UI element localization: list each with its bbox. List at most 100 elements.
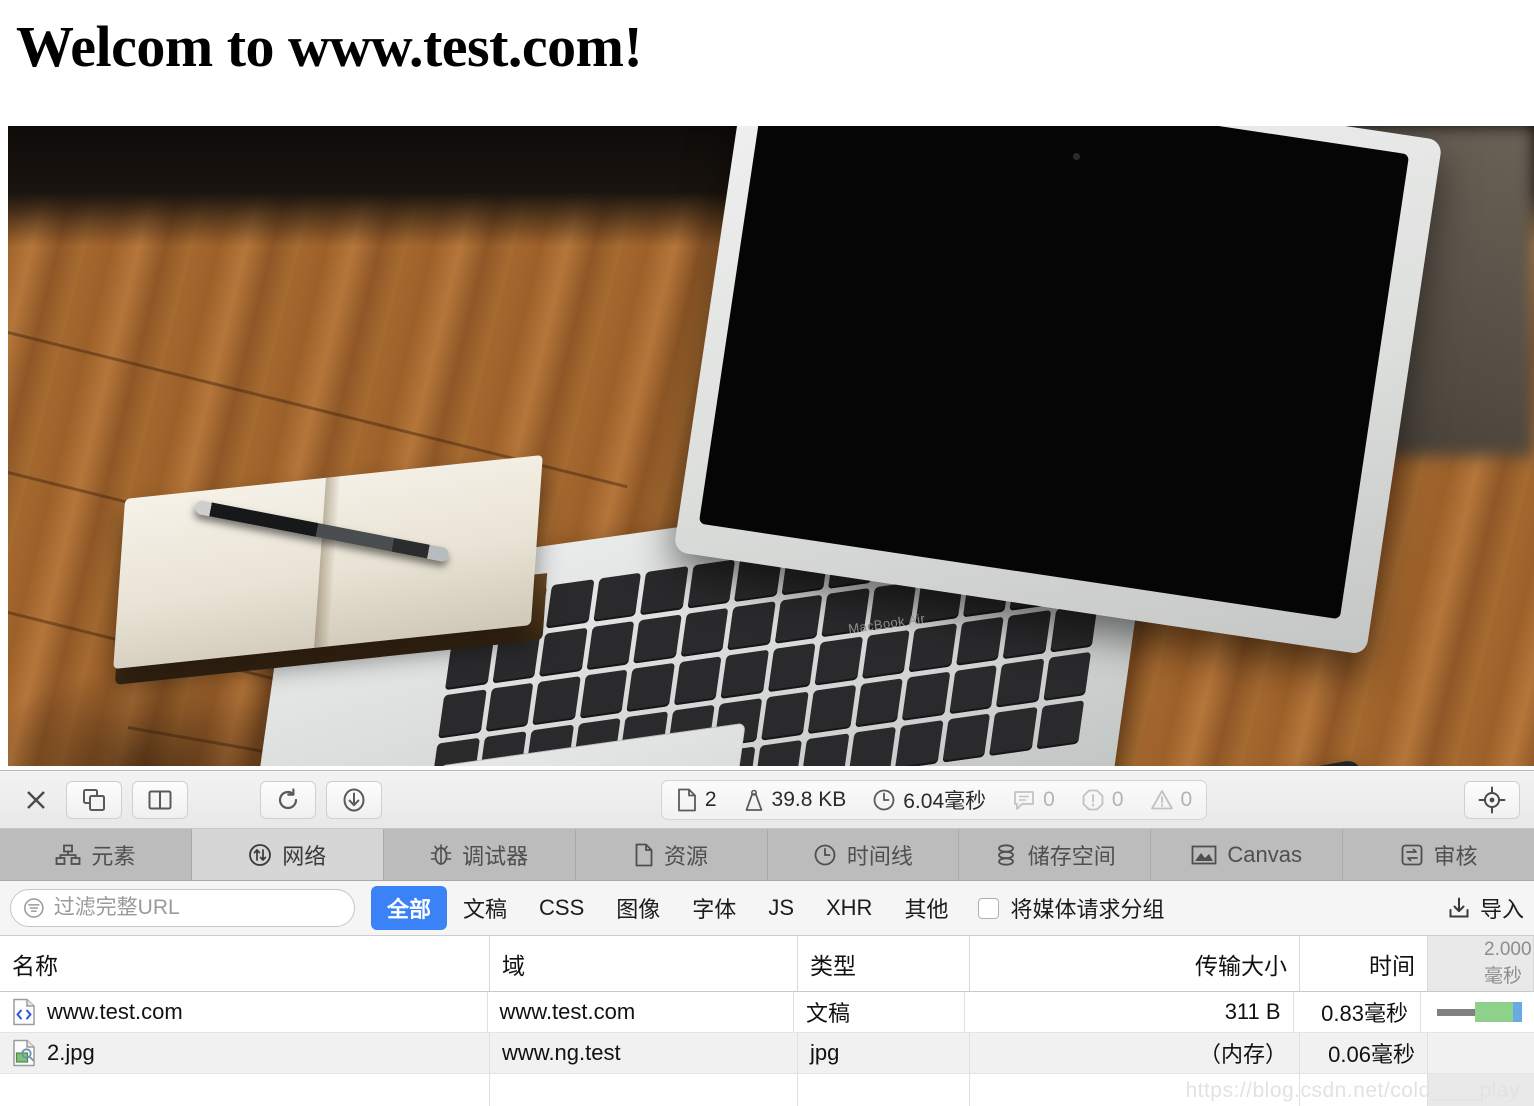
stat-messages: 0 bbox=[1012, 788, 1055, 812]
tab-storage[interactable]: 储存空间 bbox=[959, 829, 1152, 880]
checkbox-box[interactable] bbox=[978, 897, 1000, 919]
tab-label: 元素 bbox=[91, 843, 136, 869]
stat-value: 0 bbox=[1043, 787, 1055, 811]
tab-label: Canvas bbox=[1227, 841, 1302, 867]
stat-value: 0 bbox=[1180, 787, 1193, 811]
stat-value: 39.8 KB bbox=[771, 787, 847, 811]
elements-icon bbox=[56, 844, 81, 865]
cell-domain: www.test.com bbox=[488, 992, 794, 1032]
cell-waterfall bbox=[1421, 992, 1534, 1032]
devtools-panel: 2 39.8 KB 6.04毫秒 0 0 0 元素 网络 调试器 资源 时间线 … bbox=[0, 770, 1534, 1106]
column-header-type[interactable]: 类型 bbox=[798, 936, 970, 991]
tab-label: 资源 bbox=[664, 843, 709, 869]
checkbox-label: 将媒体请求分组 bbox=[1010, 897, 1165, 922]
cell-time: 0.83毫秒 bbox=[1294, 992, 1421, 1032]
canvas-image-icon bbox=[1191, 845, 1217, 864]
filter-chip-other[interactable]: 其他 bbox=[888, 886, 964, 930]
cell-time: 0.06毫秒 bbox=[1300, 1033, 1428, 1073]
stat-resource-count: 2 bbox=[676, 788, 717, 812]
tab-canvas[interactable]: Canvas bbox=[1151, 829, 1344, 880]
reload-icon bbox=[278, 787, 298, 809]
close-devtools-button[interactable] bbox=[14, 781, 58, 819]
column-header-size[interactable]: 传输大小 bbox=[970, 936, 1300, 991]
tab-label: 储存空间 bbox=[1027, 843, 1116, 869]
crosshair-target-icon bbox=[1478, 786, 1506, 813]
devtools-tab-bar: 元素 网络 调试器 资源 时间线 储存空间 Canvas 审核 bbox=[0, 829, 1534, 881]
table-empty-space bbox=[0, 1074, 1534, 1106]
table-row[interactable]: 2.jpg www.ng.test jpg （内存） 0.06毫秒 bbox=[0, 1033, 1534, 1074]
tab-resources[interactable]: 资源 bbox=[575, 829, 768, 880]
filter-url-field[interactable] bbox=[10, 889, 355, 927]
filter-chip-font[interactable]: 字体 bbox=[676, 886, 752, 930]
resource-type-filters: 全部 文稿 CSS 图像 字体 JS XHR 其他 bbox=[371, 886, 964, 930]
cell-type: 文稿 bbox=[794, 992, 966, 1032]
filter-icon bbox=[24, 898, 44, 918]
waterfall-render-segment bbox=[1513, 1002, 1522, 1022]
debugger-bug-icon bbox=[430, 843, 452, 865]
column-header-domain[interactable]: 域 bbox=[490, 936, 798, 991]
row-name-text: 2.jpg bbox=[47, 1040, 95, 1065]
timeline-tick-label: 2.000毫秒 bbox=[1484, 939, 1532, 987]
filter-chip-document[interactable]: 文稿 bbox=[447, 886, 523, 930]
stat-warnings: 0 bbox=[1150, 787, 1193, 812]
import-icon bbox=[1449, 897, 1469, 918]
download-button[interactable] bbox=[326, 780, 382, 819]
html-document-icon bbox=[13, 998, 35, 1026]
tab-debugger[interactable]: 调试器 bbox=[383, 829, 576, 880]
reload-button[interactable] bbox=[260, 780, 316, 819]
page-title: Welcom to www.test.com! bbox=[16, 14, 643, 79]
table-header-row: 名称 域 类型 传输大小 时间 2.000毫秒 4 bbox=[0, 936, 1534, 992]
filter-chip-css[interactable]: CSS bbox=[523, 889, 600, 927]
column-header-waterfall: 2.000毫秒 4 bbox=[1428, 936, 1534, 991]
stat-value: 6.04毫秒 bbox=[903, 789, 987, 813]
cell-name[interactable]: www.test.com bbox=[0, 992, 488, 1032]
document-icon bbox=[677, 788, 696, 811]
network-table: 名称 域 类型 传输大小 时间 2.000毫秒 4 bbox=[0, 936, 1534, 1106]
search-input[interactable] bbox=[53, 896, 342, 920]
filter-chip-js[interactable]: JS bbox=[752, 889, 810, 927]
cell-name[interactable]: 2.jpg bbox=[0, 1033, 490, 1073]
waterfall-download-segment bbox=[1475, 1002, 1513, 1022]
column-header-time[interactable]: 时间 bbox=[1300, 936, 1428, 991]
network-filter-bar: 全部 文稿 CSS 图像 字体 JS XHR 其他 将媒体请求分组 导入 bbox=[0, 881, 1534, 936]
inspect-element-button[interactable] bbox=[1464, 780, 1521, 819]
filter-chip-all[interactable]: 全部 bbox=[371, 886, 448, 930]
error-icon bbox=[1082, 789, 1104, 810]
dock-window-icon bbox=[83, 788, 105, 811]
tab-timeline[interactable]: 时间线 bbox=[767, 829, 960, 880]
stat-errors: 0 bbox=[1081, 788, 1124, 812]
import-button[interactable]: 导入 bbox=[1447, 892, 1524, 924]
audit-icon bbox=[1401, 844, 1422, 865]
split-layout-button[interactable] bbox=[132, 780, 188, 819]
table-row[interactable]: www.test.com www.test.com 文稿 311 B 0.83毫… bbox=[0, 992, 1534, 1033]
row-name-text: www.test.com bbox=[47, 999, 183, 1024]
waterfall-bar bbox=[1437, 1002, 1522, 1022]
web-page-content: Welcom to www.test.com! MacBook Air bbox=[0, 0, 1534, 770]
tab-label: 网络 bbox=[282, 843, 327, 869]
undock-button[interactable] bbox=[66, 780, 122, 819]
split-panel-icon bbox=[148, 790, 172, 809]
resources-doc-icon bbox=[635, 843, 653, 866]
tab-elements[interactable]: 元素 bbox=[0, 829, 192, 880]
cell-waterfall bbox=[1428, 1033, 1534, 1073]
weight-icon bbox=[745, 789, 762, 811]
tab-label: 时间线 bbox=[846, 843, 913, 869]
filter-chip-image[interactable]: 图像 bbox=[600, 886, 676, 930]
column-header-name[interactable]: 名称 bbox=[0, 936, 490, 991]
message-icon bbox=[1014, 790, 1035, 810]
resource-stats-bar: 2 39.8 KB 6.04毫秒 0 0 0 bbox=[660, 779, 1208, 820]
storage-db-icon bbox=[997, 843, 1014, 866]
group-media-requests-checkbox[interactable]: 将媒体请求分组 bbox=[978, 892, 1164, 924]
tab-label: 调试器 bbox=[462, 843, 529, 869]
hero-photo: MacBook Air bbox=[8, 126, 1534, 766]
image-file-icon bbox=[13, 1039, 35, 1067]
tab-label: 审核 bbox=[1433, 843, 1478, 869]
tab-audit[interactable]: 审核 bbox=[1343, 829, 1534, 880]
close-icon bbox=[27, 790, 45, 809]
waterfall-wait-segment bbox=[1437, 1008, 1475, 1016]
tab-network[interactable]: 网络 bbox=[191, 829, 384, 880]
clock-icon bbox=[873, 789, 895, 810]
filter-chip-xhr[interactable]: XHR bbox=[810, 889, 888, 927]
devtools-toolbar: 2 39.8 KB 6.04毫秒 0 0 0 bbox=[0, 771, 1534, 829]
stat-value: 0 bbox=[1111, 787, 1124, 811]
